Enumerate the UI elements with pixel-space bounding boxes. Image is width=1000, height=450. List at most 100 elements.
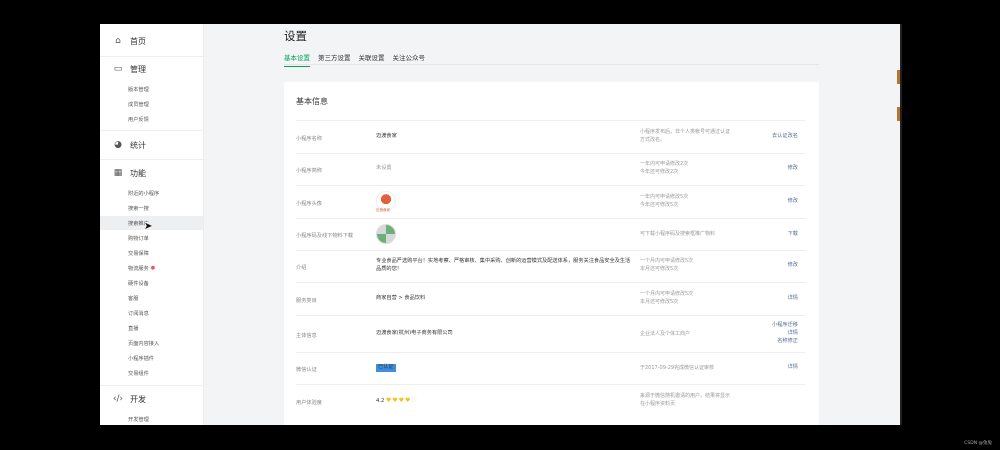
sidebar-item-label: 功能 xyxy=(130,168,146,178)
rating-value: 4.2 ♥♥♥♥♡ xyxy=(376,397,418,406)
row-qrcode: 小程序码及线下物料下载 可下载小程序码及搜索框推广物料 下载 xyxy=(296,218,806,251)
sidebar-item-label: 开发管理 xyxy=(128,416,149,423)
home-icon: ⌂ xyxy=(115,36,121,46)
window-edge xyxy=(900,24,902,425)
sidebar-item-subscribe[interactable]: 订阅消息 xyxy=(100,306,203,320)
app-window: ⌂ 首页 ▭ 管理 版本管理 成员管理 用户反馈 ◕ 统计 ▦ 功能 附近的小程… xyxy=(100,24,900,425)
modify-link[interactable]: 修改 xyxy=(788,165,798,172)
sidebar-item-search[interactable]: 搜索一搜 xyxy=(100,201,203,215)
sidebar-item-label: 硬件设备 xyxy=(128,280,149,287)
avatar-logo-text: 迈渡食家 xyxy=(376,208,390,212)
sidebar-item-guarantee[interactable]: 交易保障 xyxy=(100,246,203,260)
row-note: 于2017-09-29完成微信认证审核 xyxy=(640,365,715,371)
sidebar-item-logistics[interactable]: 物流服务 ● xyxy=(100,261,203,275)
row-label: 用户体验度 xyxy=(296,400,322,406)
divider xyxy=(100,56,203,57)
rating-hearts-icon: ♥♥♥♥♡ xyxy=(385,397,418,404)
sidebar-item-label: 交易保障 xyxy=(128,250,149,257)
sidebar-item-hardware[interactable]: 硬件设备 xyxy=(100,276,203,290)
page-title: 设置 xyxy=(284,29,307,43)
mini-program-code-icon xyxy=(376,224,396,244)
row-rating: 用户体验度 4.2 ♥♥♥♥♡ 来源于微信随机邀请的用户，结果将显示 在小程序资… xyxy=(296,384,806,418)
row-category: 服务类目 商家自营 > 食品饮料 一个月内可申请修改5次 本月还可修改5次 详情 xyxy=(296,282,806,316)
row-note: 本月还可修改5次 xyxy=(640,299,679,305)
rating-score: 4.2 xyxy=(376,398,385,404)
row-label: 小程序名称 xyxy=(296,136,322,142)
row-note: 今年还可修改2次 xyxy=(640,169,679,175)
sidebar-item-members[interactable]: 成员管理 xyxy=(100,97,203,111)
sidebar-item-stats[interactable]: ◕ 统计 xyxy=(100,134,203,156)
sidebar-item-nearby[interactable]: 附近的小程序 xyxy=(100,186,203,200)
sidebar-item-label: 客服 xyxy=(128,295,139,302)
row-label: 介绍 xyxy=(296,265,307,271)
sidebar-item-features[interactable]: ▦ 功能 xyxy=(100,162,203,184)
sidebar-item-label: 开发 xyxy=(130,394,146,404)
description-text: 专业食品严选购平台！实地考察、严格审核、集中采购、创新的运营模式及配送体系，服务… xyxy=(376,258,594,264)
row-label: 小程序简称 xyxy=(296,168,322,174)
row-label: 微信认证 xyxy=(296,367,317,373)
sidebar-item-label: 小程序插件 xyxy=(128,355,154,362)
sidebar-item-label: 直播 xyxy=(128,325,139,332)
row-avatar: 小程序头像 迈渡食家 一年内可申请修改5次 今年还可修改5次 修改 xyxy=(296,185,806,219)
row-value: 迈渡食家 xyxy=(376,133,397,139)
grid-icon: ▦ xyxy=(113,168,123,178)
sidebar-item-label: 页面内容接入 xyxy=(128,340,160,347)
verify-rename-link[interactable]: 去认证改名 xyxy=(772,133,798,140)
sidebar-item-label: 订阅消息 xyxy=(128,310,149,317)
sidebar-item-manage[interactable]: ▭ 管理 xyxy=(100,58,203,80)
divider xyxy=(100,385,203,386)
inbox-icon: ▭ xyxy=(113,64,123,74)
sidebar-item-label: 版本管理 xyxy=(128,86,149,93)
details-link[interactable]: 详情 xyxy=(788,330,798,337)
divider xyxy=(100,130,203,131)
row-label: 服务类目 xyxy=(296,298,317,304)
sidebar-item-dev-manage[interactable]: 开发管理 xyxy=(100,412,203,425)
row-value: 商家自营 > 食品饮料 xyxy=(376,295,426,301)
modify-link[interactable]: 修改 xyxy=(788,262,798,269)
basic-info-card: 基本信息 小程序名称 迈渡食家 小程序发布后，非个人类帐号可通过认证 方式改名。… xyxy=(284,82,819,425)
row-note: 本月还可修改5次 xyxy=(640,266,679,272)
modify-link[interactable]: 修改 xyxy=(788,198,798,205)
divider xyxy=(100,159,203,160)
row-note: 在小程序资料页 xyxy=(640,401,676,407)
sidebar-item-version[interactable]: 版本管理 xyxy=(100,82,203,96)
row-note: 可下载小程序码及搜索框推广物料 xyxy=(640,231,716,237)
side-tab-marker xyxy=(897,70,900,84)
sidebar-item-label: 附近的小程序 xyxy=(128,190,160,197)
sidebar-item-label: 用户反馈 xyxy=(128,116,149,123)
verified-badge: 已认证 xyxy=(376,364,396,372)
row-subject: 主体信息 迈渡食家(杭州)电子商务有限公司 企业法人及个体工商户 小程序迁移 详… xyxy=(296,315,806,353)
name-correction-link[interactable]: 名称修正 xyxy=(777,338,798,345)
sidebar-item-label: 管理 xyxy=(130,64,146,74)
details-link[interactable]: 详情 xyxy=(788,364,798,371)
row-note: 企业法人及个体工商户 xyxy=(640,331,691,337)
details-link[interactable]: 详情 xyxy=(788,295,798,302)
sidebar-item-trade-component[interactable]: 交易组件 xyxy=(100,366,203,380)
sidebar: ⌂ 首页 ▭ 管理 版本管理 成员管理 用户反馈 ◕ 统计 ▦ 功能 附近的小程… xyxy=(100,24,204,425)
sidebar-item-orders[interactable]: 购物订单 xyxy=(100,231,203,245)
row-label: 小程序码及线下物料下载 xyxy=(296,233,354,239)
sidebar-item-live[interactable]: 直播 xyxy=(100,321,203,335)
sidebar-item-label: 成员管理 xyxy=(128,101,149,108)
sidebar-item-page-content[interactable]: 页面内容接入 xyxy=(100,336,203,350)
row-verify: 微信认证 已认证 于2017-09-29完成微信认证审核 详情 xyxy=(296,352,806,385)
sidebar-item-text: 物流服务 xyxy=(128,265,149,272)
migrate-link[interactable]: 小程序迁移 xyxy=(772,322,798,329)
download-link[interactable]: 下载 xyxy=(788,231,798,238)
row-note: 今年还可修改5次 xyxy=(640,202,679,208)
row-note: 方式改名。 xyxy=(640,137,666,143)
pie-chart-icon: ◕ xyxy=(114,140,122,150)
card-title: 基本信息 xyxy=(296,97,328,106)
new-dot-icon: ● xyxy=(150,264,156,271)
row-note: 一个月内可申请修改5次 xyxy=(640,291,694,297)
tabs-divider xyxy=(284,64,819,65)
sidebar-item-home[interactable]: ⌂ 首页 xyxy=(100,30,203,52)
sidebar-item-customer-service[interactable]: 客服 xyxy=(100,291,203,305)
row-label: 小程序头像 xyxy=(296,201,322,207)
sidebar-item-dev[interactable]: ‹/› 开发 xyxy=(100,388,203,410)
sidebar-item-plugins[interactable]: 小程序插件 xyxy=(100,351,203,365)
sidebar-item-feedback[interactable]: 用户反馈 xyxy=(100,112,203,126)
row-value: 迈渡食家(杭州)电子商务有限公司 xyxy=(376,330,453,336)
sidebar-item-label: 首页 xyxy=(130,36,146,46)
sidebar-item-label: 物流服务 ● xyxy=(128,265,155,272)
